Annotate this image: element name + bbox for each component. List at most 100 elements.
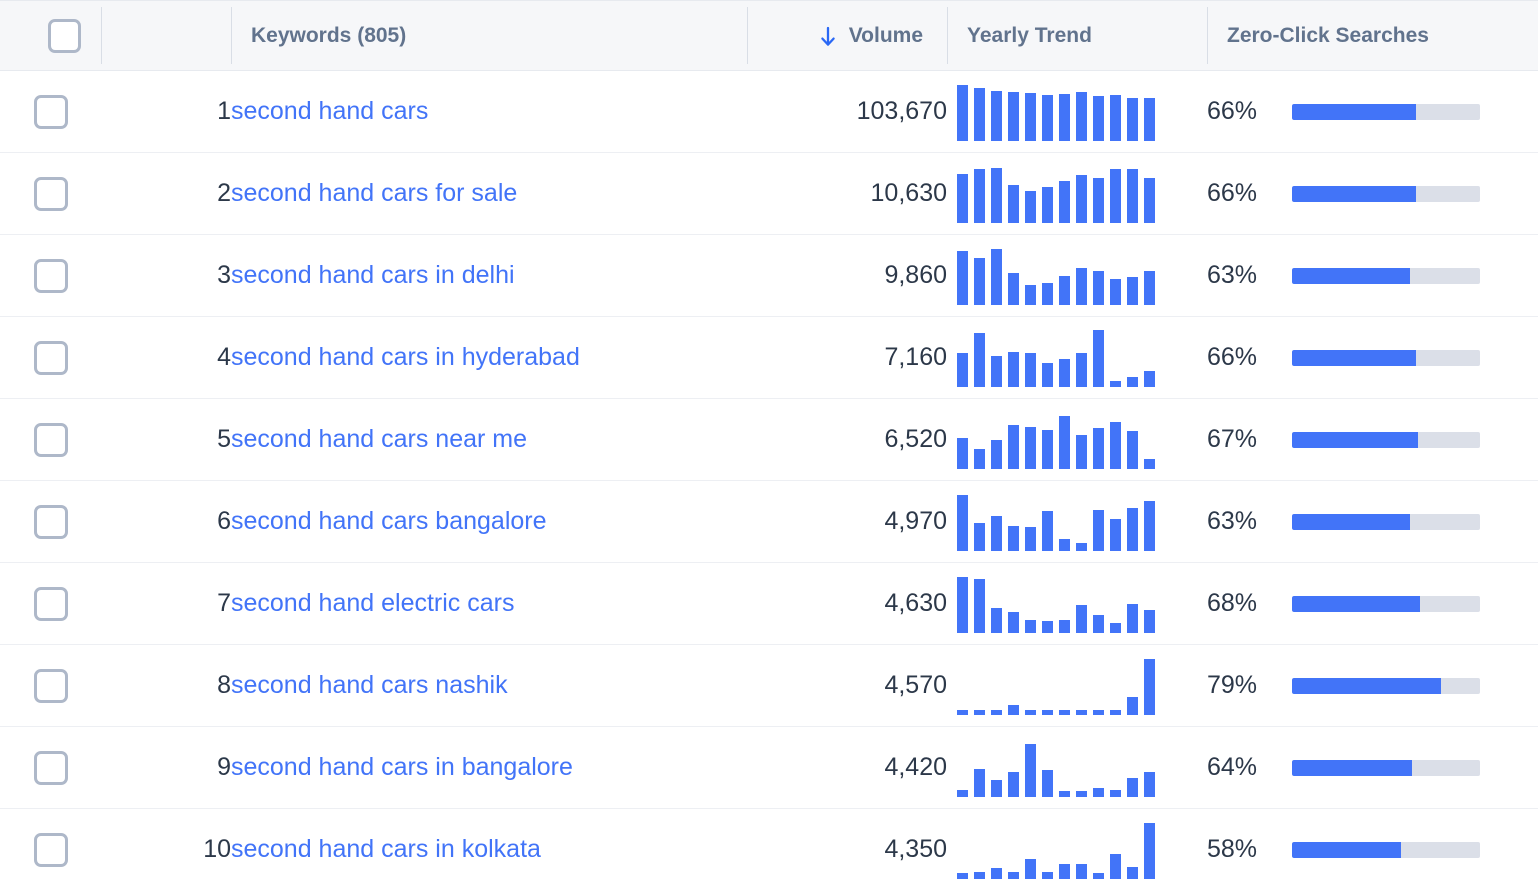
keyword-link[interactable]: second hand electric cars <box>231 589 514 617</box>
keyword-link[interactable]: second hand cars in delhi <box>231 261 515 289</box>
yearly-trend-sparkline <box>947 329 1207 387</box>
arrow-down-icon <box>818 26 838 48</box>
table-row[interactable]: 7second hand electric cars4,63068% <box>0 563 1538 645</box>
row-keyword-cell: second hand electric cars <box>231 563 747 645</box>
row-checkbox[interactable] <box>34 505 68 539</box>
row-zero-click-cell: 63% <box>1207 481 1538 563</box>
zero-click-progress-track <box>1292 104 1480 120</box>
yearly-trend-sparkline <box>947 165 1207 223</box>
sparkline-bar <box>1093 615 1104 632</box>
sparkline-bar <box>1008 185 1019 223</box>
table-row[interactable]: 3second hand cars in delhi9,86063% <box>0 235 1538 317</box>
row-select-cell <box>0 71 101 153</box>
zero-click-progress-fill <box>1292 842 1401 858</box>
zero-click-progress-fill <box>1292 514 1410 530</box>
sparkline-bar <box>1008 92 1019 141</box>
table-row[interactable]: 4second hand cars in hyderabad7,16066% <box>0 317 1538 399</box>
row-zero-click-cell: 66% <box>1207 71 1538 153</box>
header-rank-cell <box>101 1 231 71</box>
row-checkbox[interactable] <box>34 669 68 703</box>
sparkline-bar <box>1093 510 1104 551</box>
sparkline-bar <box>1042 872 1053 878</box>
row-select-cell <box>0 317 101 399</box>
row-checkbox[interactable] <box>34 259 68 293</box>
zero-click-progress-fill <box>1292 760 1412 776</box>
header-yearly-trend-cell[interactable]: Yearly Trend <box>947 1 1207 71</box>
sparkline-bar <box>1008 772 1019 797</box>
sparkline-bar <box>1008 425 1019 469</box>
header-yearly-trend-label: Yearly Trend <box>967 24 1092 48</box>
header-keywords-cell[interactable]: Keywords (805) <box>231 1 747 71</box>
sparkline-bar <box>1144 772 1155 796</box>
row-yearly-trend-cell <box>947 399 1207 481</box>
table-row[interactable]: 10second hand cars in kolkata4,35058% <box>0 809 1538 884</box>
row-checkbox[interactable] <box>34 587 68 621</box>
table-row[interactable]: 8second hand cars nashik4,57079% <box>0 645 1538 727</box>
sparkline-bar <box>1042 511 1053 550</box>
yearly-trend-sparkline <box>947 411 1207 469</box>
table-row[interactable]: 9second hand cars in bangalore4,42064% <box>0 727 1538 809</box>
sparkline-bar <box>1025 427 1036 469</box>
sparkline-bar <box>974 258 985 304</box>
sparkline-bar <box>991 168 1002 223</box>
sparkline-bar <box>1093 428 1104 468</box>
row-select-cell <box>0 809 101 884</box>
row-yearly-trend-cell <box>947 809 1207 884</box>
sparkline-bar <box>1110 854 1121 879</box>
zero-click-percent: 66% <box>1207 179 1271 208</box>
header-volume-label: Volume <box>849 24 923 48</box>
header-zero-click-label: Zero-Click Searches <box>1227 24 1429 48</box>
keyword-link[interactable]: second hand cars bangalore <box>231 507 547 535</box>
sparkline-bar <box>991 440 1002 469</box>
sparkline-bar <box>1059 864 1070 879</box>
keyword-link[interactable]: second hand cars for sale <box>231 179 517 207</box>
table-row[interactable]: 1second hand cars103,67066% <box>0 71 1538 153</box>
yearly-trend-sparkline <box>947 247 1207 305</box>
zero-click-percent: 68% <box>1207 589 1271 618</box>
table-row[interactable]: 5second hand cars near me6,52067% <box>0 399 1538 481</box>
sparkline-bar <box>1144 659 1155 715</box>
sparkline-bar <box>991 608 1002 632</box>
row-yearly-trend-cell <box>947 727 1207 809</box>
table-body: 1second hand cars103,67066%2second hand … <box>0 71 1538 884</box>
row-volume: 4,350 <box>747 809 947 884</box>
row-checkbox[interactable] <box>34 95 68 129</box>
sparkline-bar <box>1025 191 1036 222</box>
row-zero-click-cell: 58% <box>1207 809 1538 884</box>
keyword-link[interactable]: second hand cars in kolkata <box>231 835 541 863</box>
row-checkbox[interactable] <box>34 177 68 211</box>
table-row[interactable]: 6second hand cars bangalore4,97063% <box>0 481 1538 563</box>
row-keyword-cell: second hand cars in kolkata <box>231 809 747 884</box>
keyword-link[interactable]: second hand cars in hyderabad <box>231 343 580 371</box>
row-checkbox[interactable] <box>34 423 68 457</box>
keyword-link[interactable]: second hand cars nashik <box>231 671 508 699</box>
select-all-checkbox[interactable] <box>48 19 81 53</box>
table-header-row: Keywords (805) Volume <box>0 1 1538 71</box>
keyword-link[interactable]: second hand cars in bangalore <box>231 753 573 781</box>
row-checkbox[interactable] <box>34 341 68 375</box>
row-zero-click-cell: 64% <box>1207 727 1538 809</box>
sparkline-bar <box>1059 791 1070 797</box>
header-volume-cell[interactable]: Volume <box>747 1 947 71</box>
row-keyword-cell: second hand cars bangalore <box>231 481 747 563</box>
keyword-link[interactable]: second hand cars near me <box>231 425 527 453</box>
row-keyword-cell: second hand cars for sale <box>231 153 747 235</box>
sparkline-bar <box>991 516 1002 551</box>
zero-click-progress-fill <box>1292 268 1410 284</box>
yearly-trend-sparkline <box>947 493 1207 551</box>
zero-click-progress-track <box>1292 186 1480 202</box>
table-row[interactable]: 2second hand cars for sale10,63066% <box>0 153 1538 235</box>
sparkline-bar <box>1127 377 1138 387</box>
sparkline-bar <box>1059 276 1070 305</box>
sparkline-bar <box>991 249 1002 304</box>
sparkline-bar <box>1127 778 1138 797</box>
row-keyword-cell: second hand cars in hyderabad <box>231 317 747 399</box>
table-header: Keywords (805) Volume <box>0 1 1538 71</box>
sparkline-bar <box>1042 770 1053 796</box>
sparkline-bar <box>991 356 1002 386</box>
row-checkbox[interactable] <box>34 833 68 867</box>
sparkline-bar <box>974 449 985 468</box>
row-checkbox[interactable] <box>34 751 68 785</box>
keyword-link[interactable]: second hand cars <box>231 97 428 125</box>
header-zero-click-cell[interactable]: Zero-Click Searches <box>1207 1 1538 71</box>
